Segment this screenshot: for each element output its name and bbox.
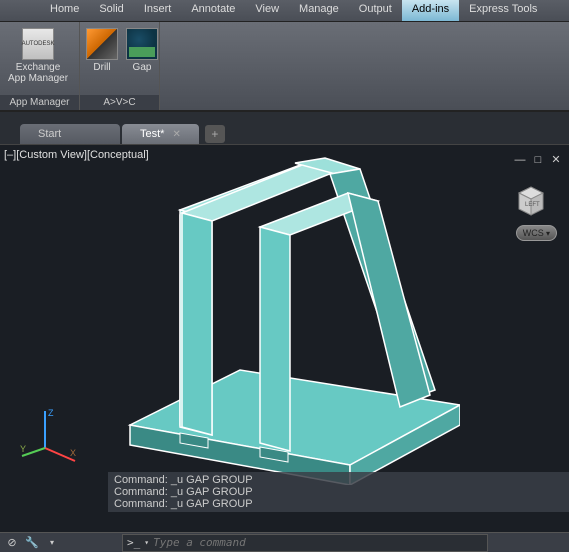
add-tab-button[interactable]: + xyxy=(205,125,225,143)
command-line: Command: _u GAP GROUP xyxy=(114,474,563,486)
chevron-down-icon[interactable]: ▾ xyxy=(144,538,149,547)
ribbon-panels: AUTODESK Exchange App Manager App Manage… xyxy=(0,22,569,112)
minimize-icon[interactable]: — xyxy=(513,153,527,167)
drill-button[interactable]: Drill xyxy=(82,24,122,93)
panel-app-manager: AUTODESK Exchange App Manager App Manage… xyxy=(0,22,80,110)
viewcube-face-label: LEFT xyxy=(525,202,540,208)
panel-title: App Manager xyxy=(0,95,79,110)
panel-avc: Drill Gap A>V>C xyxy=(80,22,160,110)
ribbon-tab-insert[interactable]: Insert xyxy=(134,0,182,21)
file-tab-bar: Start Test* ✕ + xyxy=(0,122,569,144)
close-icon[interactable]: ✕ xyxy=(549,153,563,167)
ribbon-tab-annotate[interactable]: Annotate xyxy=(181,0,245,21)
gap-button[interactable]: Gap xyxy=(122,24,162,93)
file-tab-label: Start xyxy=(38,128,61,140)
viewport[interactable]: [–][Custom View][Conceptual] — □ ✕ LEFT … xyxy=(0,144,569,532)
svg-text:X: X xyxy=(70,448,76,458)
panel-title: A>V>C xyxy=(80,95,159,110)
status-bar: ⊘ 🔧 ▾ >_ ▾ xyxy=(0,532,569,552)
command-line: Command: _u GAP GROUP xyxy=(114,486,563,498)
file-tab-test[interactable]: Test* ✕ xyxy=(122,124,199,144)
wcs-badge[interactable]: WCS xyxy=(516,225,557,241)
ucs-axis-icon: Z X Y xyxy=(20,406,80,466)
wrench-icon[interactable]: 🔧 xyxy=(24,535,40,551)
exchange-app-manager-button[interactable]: AUTODESK Exchange App Manager xyxy=(2,24,74,93)
button-label: Exchange App Manager xyxy=(8,62,68,84)
command-line: Command: _u GAP GROUP xyxy=(114,498,563,510)
button-label: Drill xyxy=(93,62,110,73)
ribbon-tab-solid[interactable]: Solid xyxy=(89,0,133,21)
command-prompt-icon: >_ xyxy=(127,536,140,549)
button-label: Gap xyxy=(133,62,152,73)
svg-text:Z: Z xyxy=(48,408,54,418)
separator-strip xyxy=(0,112,569,122)
chevron-down-icon[interactable]: ▾ xyxy=(44,535,60,551)
gap-icon xyxy=(126,28,158,60)
file-tab-start[interactable]: Start xyxy=(20,124,120,144)
3d-model[interactable] xyxy=(100,155,460,485)
ribbon-tab-home[interactable]: Home xyxy=(40,0,89,21)
autodesk-exchange-icon: AUTODESK xyxy=(22,28,54,60)
drill-icon xyxy=(86,28,118,60)
ribbon-tab-manage[interactable]: Manage xyxy=(289,0,349,21)
circle-slash-icon[interactable]: ⊘ xyxy=(4,535,20,551)
svg-text:Y: Y xyxy=(20,444,26,454)
file-tab-label: Test* xyxy=(140,128,164,140)
close-tab-icon[interactable]: ✕ xyxy=(172,129,180,140)
command-input[interactable] xyxy=(153,536,483,549)
ribbon-tab-express[interactable]: Express Tools xyxy=(459,0,547,21)
command-history: Command: _u GAP GROUP Command: _u GAP GR… xyxy=(108,472,569,512)
ribbon-tab-view[interactable]: View xyxy=(245,0,289,21)
ribbon-tab-bar: Home Solid Insert Annotate View Manage O… xyxy=(0,0,569,22)
viewcube[interactable]: LEFT xyxy=(511,181,551,221)
command-input-wrap[interactable]: >_ ▾ xyxy=(122,534,488,552)
maximize-icon[interactable]: □ xyxy=(531,153,545,167)
ribbon-tab-addins[interactable]: Add-ins xyxy=(402,0,459,21)
ribbon-tab-output[interactable]: Output xyxy=(349,0,402,21)
viewport-window-controls: — □ ✕ xyxy=(513,153,563,167)
